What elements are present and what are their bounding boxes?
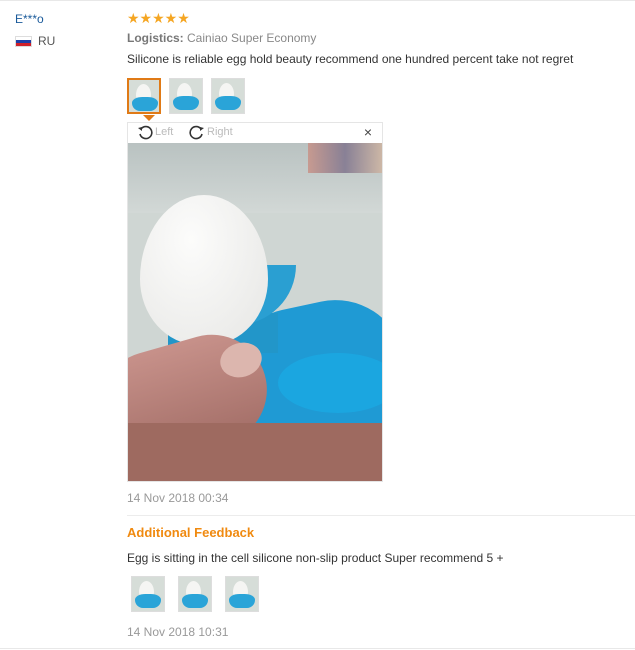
photo-viewer: Left Right × [127, 122, 383, 482]
reviewer-info: E***o RU [15, 12, 115, 48]
logistics-label: Logistics: [127, 31, 184, 45]
photo-thumbnail[interactable] [127, 78, 161, 114]
photo-thumbnail[interactable] [211, 78, 245, 114]
photo-thumbnail[interactable] [169, 78, 203, 114]
rotate-right-label: Right [207, 126, 233, 138]
rotate-left-label: Left [155, 126, 174, 138]
additional-feedback-text: Egg is sitting in the cell silicone non-… [127, 551, 504, 565]
active-thumbnail-pointer [143, 115, 155, 121]
country-code: RU [38, 34, 56, 48]
top-divider [0, 0, 635, 1]
photo-thumbnail[interactable] [131, 576, 165, 612]
additional-photo-thumbnails [131, 576, 272, 612]
rotate-right-button[interactable]: Right [189, 124, 233, 140]
russia-flag-icon [15, 35, 32, 47]
photo-thumbnail[interactable] [178, 576, 212, 612]
review-date: 14 Nov 2018 00:34 [127, 491, 229, 505]
logistics-info: Logistics: Cainiao Super Economy [127, 31, 627, 45]
bottom-divider [0, 648, 635, 649]
reviewer-name: E***o [15, 12, 44, 26]
star-rating: ★★★★★ [127, 10, 190, 26]
review-photo-thumbnails [127, 78, 253, 114]
reviewer-country: RU [15, 34, 115, 48]
review-photo-large [128, 143, 382, 481]
viewer-toolbar: Left Right × [128, 123, 382, 143]
photo-thumbnail[interactable] [225, 576, 259, 612]
additional-feedback-date: 14 Nov 2018 10:31 [127, 625, 229, 639]
review-text: Silicone is reliable egg hold beauty rec… [127, 52, 574, 66]
logistics-value: Cainiao Super Economy [187, 31, 317, 45]
close-viewer-button[interactable]: × [364, 124, 372, 140]
review-body: ★★★★★ Logistics: Cainiao Super Economy S… [127, 10, 627, 66]
additional-feedback-title: Additional Feedback [127, 525, 255, 540]
rotate-right-icon [189, 125, 204, 140]
rotate-left-icon [138, 125, 153, 140]
rotate-left-button[interactable]: Left [137, 124, 173, 140]
section-divider [127, 515, 635, 516]
